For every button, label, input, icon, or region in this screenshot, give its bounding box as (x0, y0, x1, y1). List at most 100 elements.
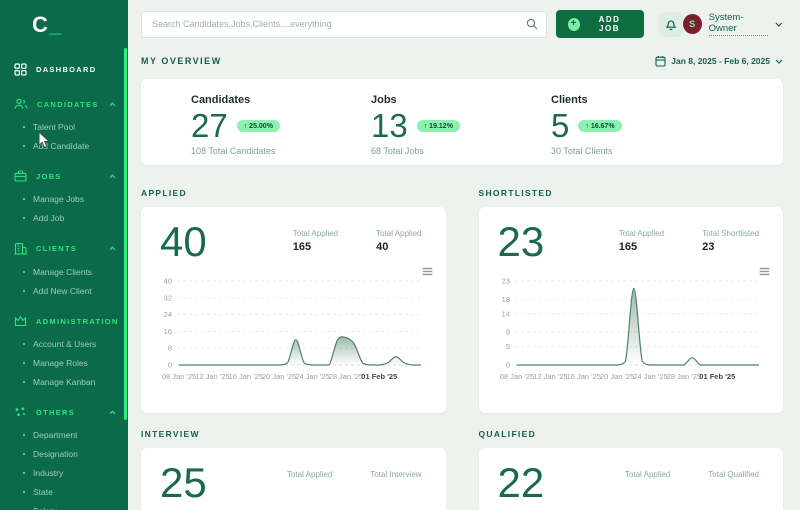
others-icon (15, 407, 25, 417)
bullet-icon (23, 270, 25, 273)
chart-context-menu-icon[interactable] (759, 267, 770, 276)
chart-stat-label: Total Applied (618, 229, 665, 238)
overview-stats-card: Candidates 27 ↑ 25.00% 108 Total Candida… (141, 79, 783, 165)
sidebar-scrollbar[interactable] (124, 48, 127, 420)
y-axis-tick-label: 32 (164, 293, 172, 302)
sidebar-item-dashboard[interactable]: DASHBOARD (0, 56, 128, 83)
notifications-button[interactable] (658, 11, 683, 37)
stat-value: 13 (371, 107, 408, 144)
y-axis-tick-label: 18 (501, 295, 509, 304)
sidebar-subitem[interactable]: Add Job (0, 208, 128, 227)
chart-stat-label: Total Qualified (708, 470, 759, 479)
chart-stat: Total Applied 40 (376, 229, 421, 253)
interview-chart-card: 25 Total Applied Total Interview (141, 448, 446, 510)
applied-chart-card: 40 Total Applied 165 Total Applied 40 08… (141, 207, 446, 413)
sidebar-subitem-label: Add New Client (33, 285, 92, 296)
y-axis-tick-label: 16 (164, 327, 172, 336)
chart-stat-value: 165 (618, 241, 638, 253)
stat-total: 108 Total Candidates (191, 145, 276, 156)
sidebar-subitem[interactable]: Department (0, 425, 128, 444)
sidebar-subitem-label: Industry (33, 467, 64, 478)
calendar-icon (655, 56, 666, 67)
chart-stat: Total Applied 165 (619, 229, 664, 253)
x-axis-tick-label: 01 Feb '25 (361, 372, 397, 381)
stat-jobs: Jobs 13 ↑ 19.12% 68 Total Jobs (371, 94, 551, 165)
jobs-icon (14, 170, 27, 182)
sidebar-item-label: DASHBOARD (36, 65, 97, 74)
stat-value: 27 (191, 107, 228, 144)
administration-icon (14, 315, 27, 327)
candidates-icon (14, 98, 28, 109)
sidebar-subitem[interactable]: Designation (0, 444, 128, 463)
y-axis-tick-label: 9 (505, 328, 509, 337)
sidebar-subitem[interactable]: Manage Roles (0, 353, 128, 372)
chart-stat: Total Applied (625, 470, 670, 479)
sidebar-item-others[interactable]: OTHERS (0, 399, 128, 425)
stat-title: Jobs (371, 94, 397, 106)
applied-area-chart[interactable]: 0 8 16 24 32 40 08 Jan '2512 Jan '2516 Jan '25… (155, 271, 427, 393)
sidebar-subitem[interactable]: Salary (0, 501, 128, 510)
y-axis-tick-label: 0 (168, 361, 172, 370)
bullet-icon (23, 197, 25, 200)
y-axis-tick-label: 14 (501, 309, 509, 318)
sidebar-subitem-label: Manage Clients (33, 266, 93, 277)
x-axis-tick-label: 20 Jan '25 (599, 372, 633, 381)
add-job-button[interactable]: + ADD JOB (556, 10, 644, 38)
sidebar-item-candidates[interactable]: CANDIDATES (0, 91, 128, 117)
shortlisted-section: SHORTLISTED 23 Total Applied 165 Total S… (478, 188, 783, 413)
trend-up-icon: ↑ (243, 122, 248, 130)
sidebar-subitem-label: Manage Jobs (33, 193, 85, 204)
chart-stat: Total Applied (287, 470, 332, 479)
chart-stat-label: Total Applied (286, 470, 333, 479)
interview-section: INTERVIEW 25 Total Applied Total Intervi… (141, 429, 446, 510)
sidebar-subitem[interactable]: Industry (0, 463, 128, 482)
sidebar-subitem[interactable]: Manage Clients (0, 262, 128, 281)
stat-candidates: Candidates 27 ↑ 25.00% 108 Total Candida… (191, 94, 371, 165)
sidebar-subitems: Account & Users Manage Roles Manage Kanban (0, 334, 128, 391)
sidebar-item-administration[interactable]: ADMINISTRATION (0, 308, 128, 334)
sidebar-subitem[interactable]: Account & Users (0, 334, 128, 353)
sidebar-subitem[interactable]: State (0, 482, 128, 501)
search-icon[interactable] (526, 18, 538, 30)
qualified-chart-card: 22 Total Applied Total Qualified (478, 448, 783, 510)
date-range-picker[interactable]: Jan 8, 2025 - Feb 6, 2025 (655, 55, 783, 67)
x-axis-tick-label: 08 Jan '25 (162, 372, 196, 381)
sidebar-subitem-label: State (33, 486, 53, 497)
chart-big-value: 40 (160, 218, 207, 265)
chart-stat: Total Shortlisted 23 (702, 229, 759, 253)
chart-context-menu-icon[interactable] (421, 267, 433, 276)
date-range-text: Jan 8, 2025 - Feb 6, 2025 (671, 56, 770, 66)
trend-up-icon: ↑ (423, 122, 428, 130)
sidebar-subitem[interactable]: Manage Jobs (0, 189, 128, 208)
applied-section: APPLIED 40 Total Applied 165 Total Appli… (141, 188, 446, 413)
bullet-icon (23, 471, 25, 474)
sidebar-subitem-label: Talent Pool (33, 121, 76, 132)
sidebar-subitem[interactable]: Talent Pool (0, 117, 128, 136)
section-title-qualified: QUALIFIED (478, 429, 537, 439)
trend-badge: ↑ 16.67% (578, 120, 622, 133)
sidebar-subitem[interactable]: Add Candidate (0, 136, 128, 155)
x-axis-tick-label: 01 Feb '25 (699, 372, 735, 381)
sidebar-subitem[interactable]: Add New Client (0, 281, 128, 300)
chart-big-value: 23 (497, 218, 545, 265)
sidebar-subitem-label: Department (33, 429, 78, 440)
y-axis-tick-label: 23 (501, 277, 509, 286)
chart-stat-label: Total Interview (370, 470, 422, 479)
app-logo[interactable]: C_ (0, 0, 128, 38)
chart-stat-label: Total Shortlisted (702, 229, 759, 238)
sidebar-item-clients[interactable]: CLIENTS (0, 235, 128, 262)
chart-stat: Total Applied 165 (293, 229, 338, 253)
main-content: + ADD JOB S System-Owner MY OVERVIEW Jan… (128, 0, 800, 510)
y-axis-tick-label: 0 (505, 361, 509, 370)
logo-letter: C (32, 12, 49, 37)
shortlisted-area-chart[interactable]: 05914182308 Jan '2512 Jan '2516 Jan '252… (493, 271, 765, 393)
y-axis-tick-label: 24 (164, 310, 172, 319)
sidebar-subitem[interactable]: Manage Kanban (0, 372, 128, 391)
trend-badge: ↑ 19.12% (416, 120, 460, 133)
search-input[interactable] (141, 10, 547, 38)
sidebar-subitems: Manage Clients Add New Client (0, 262, 128, 300)
sidebar-item-jobs[interactable]: JOBS (0, 163, 128, 189)
chevron-down-icon (775, 59, 783, 64)
user-menu[interactable]: S System-Owner (682, 12, 783, 36)
charts-row-bottom: INTERVIEW 25 Total Applied Total Intervi… (141, 429, 783, 510)
